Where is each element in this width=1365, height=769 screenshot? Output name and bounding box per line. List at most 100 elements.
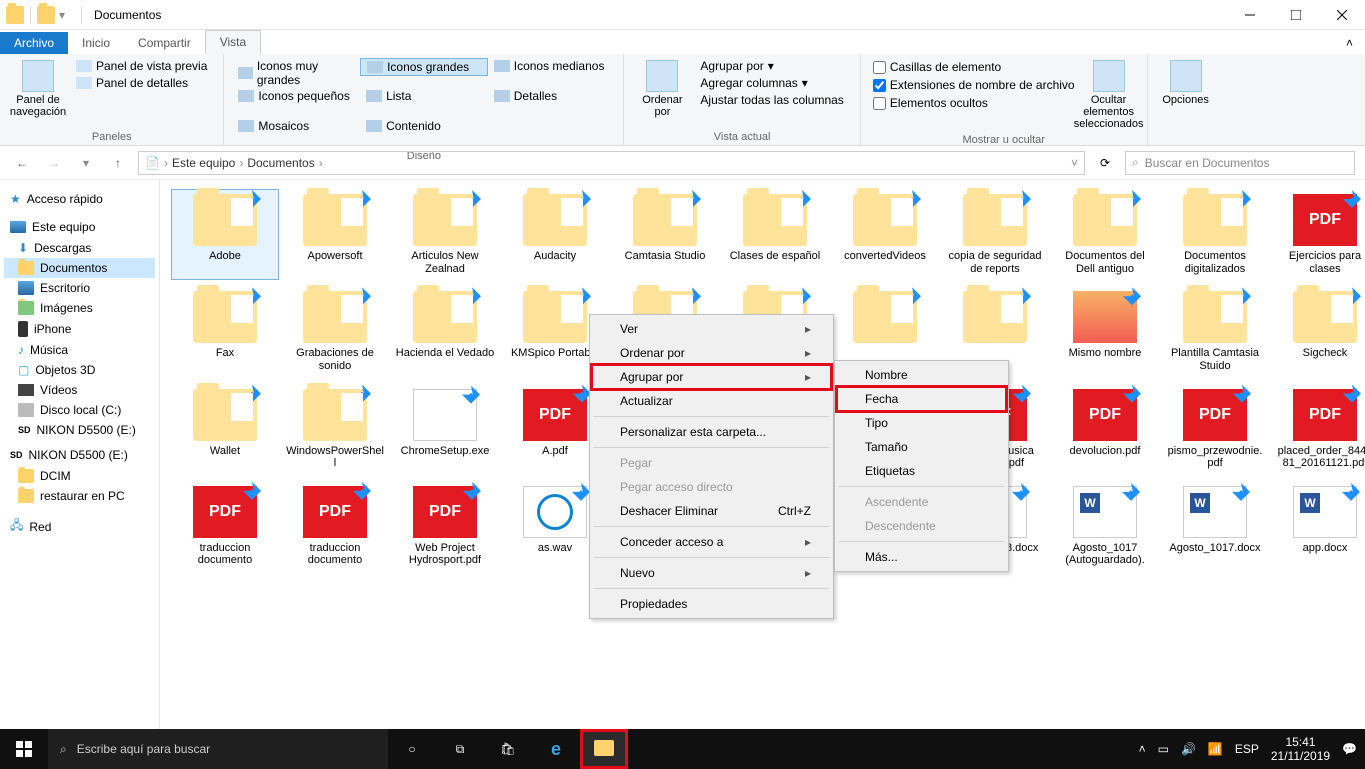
sidebar-this-pc[interactable]: Este equipo [4, 216, 155, 238]
group-by-button[interactable]: Agrupar por▾ [694, 58, 849, 74]
menu-view[interactable]: Ver [592, 317, 831, 341]
file-item[interactable]: convertedVideos [832, 190, 938, 279]
file-item[interactable]: Mismo nombre [1052, 287, 1158, 376]
file-item[interactable]: Agosto_1017 (Autoguardado). [1052, 482, 1158, 571]
sidebar-item-3d[interactable]: ▢Objetos 3D [4, 360, 155, 380]
file-item[interactable]: traduccion documento [282, 482, 388, 571]
sidebar-item-nikon1[interactable]: SDNIKON D5500 (E:) [4, 420, 155, 440]
taskbar-search[interactable]: ⌕ Escribe aquí para buscar [48, 729, 388, 769]
menu-undo[interactable]: Deshacer EliminarCtrl+Z [592, 499, 831, 523]
navigation-pane-button[interactable]: Panel de navegación [8, 58, 68, 120]
minimize-button[interactable] [1227, 0, 1273, 30]
layout-large[interactable]: Iconos grandes [360, 58, 488, 76]
sidebar-item-downloads[interactable]: ⬇Descargas [4, 238, 155, 258]
sidebar-item-local-disk[interactable]: Disco local (C:) [4, 400, 155, 420]
menu-sort[interactable]: Ordenar por [592, 341, 831, 365]
file-item[interactable]: Sigcheck [1272, 287, 1365, 376]
breadcrumb[interactable]: Documentos [247, 156, 314, 170]
layout-extra-large[interactable]: Iconos muy grandes [232, 58, 360, 88]
menu-group-by[interactable]: Agrupar por [592, 365, 831, 389]
address-bar[interactable]: 📄 › Este equipo › Documentos › ˅ [138, 151, 1085, 175]
layout-medium[interactable]: Iconos medianos [488, 58, 616, 74]
file-item[interactable]: Clases de español [722, 190, 828, 279]
tray-clock[interactable]: 15:41 21/11/2019 [1271, 735, 1330, 764]
ribbon-collapse-icon[interactable]: ˄ [1334, 32, 1365, 54]
size-columns-button[interactable]: Ajustar todas las columnas [694, 92, 849, 108]
breadcrumb[interactable]: Este equipo [172, 156, 235, 170]
cortana-icon[interactable]: ○ [388, 729, 436, 769]
file-item[interactable]: Documentos del Dell antiguo [1052, 190, 1158, 279]
sidebar-quick-access[interactable]: ★Acceso rápido [4, 188, 155, 210]
menu-properties[interactable]: Propiedades [592, 592, 831, 616]
file-item[interactable]: Wallet [172, 385, 278, 474]
submenu-size[interactable]: Tamaño [837, 435, 1006, 459]
submenu-tags[interactable]: Etiquetas [837, 459, 1006, 483]
file-item[interactable]: app.docx [1272, 482, 1365, 571]
file-item[interactable]: Ejercicios para clases [1272, 190, 1365, 279]
submenu-name[interactable]: Nombre [837, 363, 1006, 387]
file-item[interactable]: Hacienda el Vedado [392, 287, 498, 376]
sidebar-item-nikon2[interactable]: SDNIKON D5500 (E:) [4, 444, 155, 466]
file-item[interactable]: Fax [172, 287, 278, 376]
file-item[interactable]: Web Project Hydrosport.pdf [392, 482, 498, 571]
file-item[interactable]: ChromeSetup.exe [392, 385, 498, 474]
file-item[interactable]: WindowsPowerShell [282, 385, 388, 474]
task-view-icon[interactable]: ⧉ [436, 729, 484, 769]
start-button[interactable] [0, 729, 48, 769]
tray-notifications-icon[interactable]: 💬 [1342, 742, 1357, 756]
file-item[interactable]: pismo_przewodnie.pdf [1162, 385, 1268, 474]
back-button[interactable]: ← [10, 151, 34, 175]
tray-volume-icon[interactable]: 🔊 [1181, 742, 1196, 756]
layout-content[interactable]: Contenido [360, 118, 488, 134]
file-item[interactable]: traduccion documento [172, 482, 278, 571]
tab-home[interactable]: Inicio [68, 32, 124, 54]
qat-dropdown-icon[interactable]: ▾ [55, 8, 69, 22]
up-button[interactable]: ↑ [106, 151, 130, 175]
sidebar-item-dcim[interactable]: DCIM [4, 466, 155, 486]
address-dropdown-icon[interactable]: ˅ [1071, 156, 1078, 170]
submenu-more[interactable]: Más... [837, 545, 1006, 569]
forward-button[interactable]: → [42, 151, 66, 175]
file-item[interactable]: Camtasia Studio [612, 190, 718, 279]
file-item[interactable]: Plantilla Camtasia Stuido [1162, 287, 1268, 376]
preview-pane-button[interactable]: Panel de vista previa [70, 58, 213, 74]
search-input[interactable]: ⌕ Buscar en Documentos [1125, 151, 1355, 175]
file-item[interactable]: devolucion.pdf [1052, 385, 1158, 474]
tab-share[interactable]: Compartir [124, 32, 205, 54]
sidebar-item-desktop[interactable]: Escritorio [4, 278, 155, 298]
checkbox-item-checkboxes[interactable]: Casillas de elemento [873, 60, 1075, 74]
layout-small[interactable]: Iconos pequeños [232, 88, 360, 104]
sidebar-item-videos[interactable]: Vídeos [4, 380, 155, 400]
file-item[interactable]: Grabaciones de sonido [282, 287, 388, 376]
menu-grant-access[interactable]: Conceder acceso a [592, 530, 831, 554]
sidebar-item-iphone[interactable]: iPhone [4, 318, 155, 340]
layout-list[interactable]: Lista [360, 88, 488, 104]
file-item[interactable]: Adobe [172, 190, 278, 279]
edge-icon[interactable]: e [532, 729, 580, 769]
tray-battery-icon[interactable]: ▭ [1158, 742, 1169, 756]
file-item[interactable]: Audacity [502, 190, 608, 279]
menu-new[interactable]: Nuevo [592, 561, 831, 585]
sidebar-item-restaurar[interactable]: restaurar en PC [4, 486, 155, 506]
checkbox-file-extensions[interactable]: Extensiones de nombre de archivo [873, 78, 1075, 92]
sidebar-item-documents[interactable]: Documentos [4, 258, 155, 278]
file-item[interactable]: Agosto_1017.docx [1162, 482, 1268, 571]
file-explorer-taskbar-icon[interactable] [580, 729, 628, 769]
submenu-date[interactable]: Fecha [837, 387, 1006, 411]
hide-selected-button[interactable]: Ocultar elementos seleccionados [1079, 58, 1139, 132]
tab-view[interactable]: Vista [205, 30, 261, 54]
sidebar-item-music[interactable]: ♪Música [4, 340, 155, 360]
file-item[interactable]: Articulos New Zealnad [392, 190, 498, 279]
menu-refresh[interactable]: Actualizar [592, 389, 831, 413]
file-item[interactable]: placed_order_844581_20161121.pdf [1272, 385, 1365, 474]
menu-customize[interactable]: Personalizar esta carpeta... [592, 420, 831, 444]
sidebar-item-pictures[interactable]: Imágenes [4, 298, 155, 318]
layout-details[interactable]: Detalles [488, 88, 616, 104]
maximize-button[interactable] [1273, 0, 1319, 30]
store-icon[interactable]: 🛍 [484, 729, 532, 769]
file-item[interactable]: Apowersoft [282, 190, 388, 279]
recent-dropdown[interactable]: ▾ [74, 151, 98, 175]
file-item[interactable]: copia de seguridad de reports [942, 190, 1048, 279]
file-item[interactable]: Documentos digitalizados [1162, 190, 1268, 279]
tray-language[interactable]: ESP [1235, 742, 1259, 756]
